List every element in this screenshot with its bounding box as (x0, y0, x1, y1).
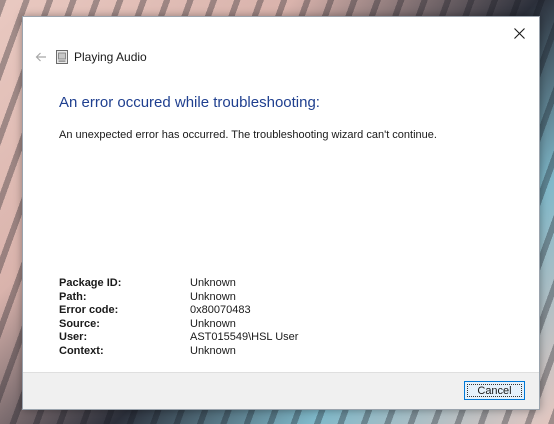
detail-value: Unknown (190, 277, 236, 289)
error-details: Package ID: Unknown Path: Unknown Error … (59, 277, 298, 358)
detail-key: Source: (59, 317, 100, 330)
detail-value: Unknown (190, 317, 236, 330)
back-button[interactable] (31, 47, 51, 67)
detail-row-package-id: Package ID: Unknown (59, 277, 298, 291)
detail-key: Path: (59, 290, 87, 303)
detail-key: User: (59, 331, 88, 343)
detail-key: Package ID: (59, 277, 122, 289)
dialog-footer: Cancel (23, 372, 539, 409)
detail-row-context: Context: Unknown (59, 345, 298, 359)
error-heading: An error occured while troubleshooting: (59, 94, 320, 111)
detail-value: Unknown (190, 290, 236, 303)
detail-row-error-code: Error code: 0x80070483 (59, 304, 298, 318)
detail-key: Error code: (59, 304, 119, 316)
detail-row-path: Path: Unknown (59, 291, 298, 305)
detail-key: Context: (59, 344, 104, 357)
error-message: An unexpected error has occurred. The tr… (59, 129, 437, 141)
detail-value: Unknown (190, 344, 236, 357)
detail-value: 0x80070483 (190, 304, 251, 316)
troubleshooter-dialog: Playing Audio An error occured while tro… (22, 16, 540, 410)
dialog-header: Playing Audio (31, 47, 147, 67)
close-button[interactable] (505, 21, 533, 45)
back-arrow-icon (35, 52, 46, 62)
close-icon (513, 27, 525, 39)
detail-row-source: Source: Unknown (59, 318, 298, 332)
detail-value: AST015549\HSL User (190, 331, 299, 343)
cancel-button[interactable]: Cancel (464, 381, 525, 400)
detail-row-user: User: AST015549\HSL User (59, 331, 298, 345)
troubleshooter-icon (55, 50, 68, 65)
window-title: Playing Audio (74, 50, 147, 64)
